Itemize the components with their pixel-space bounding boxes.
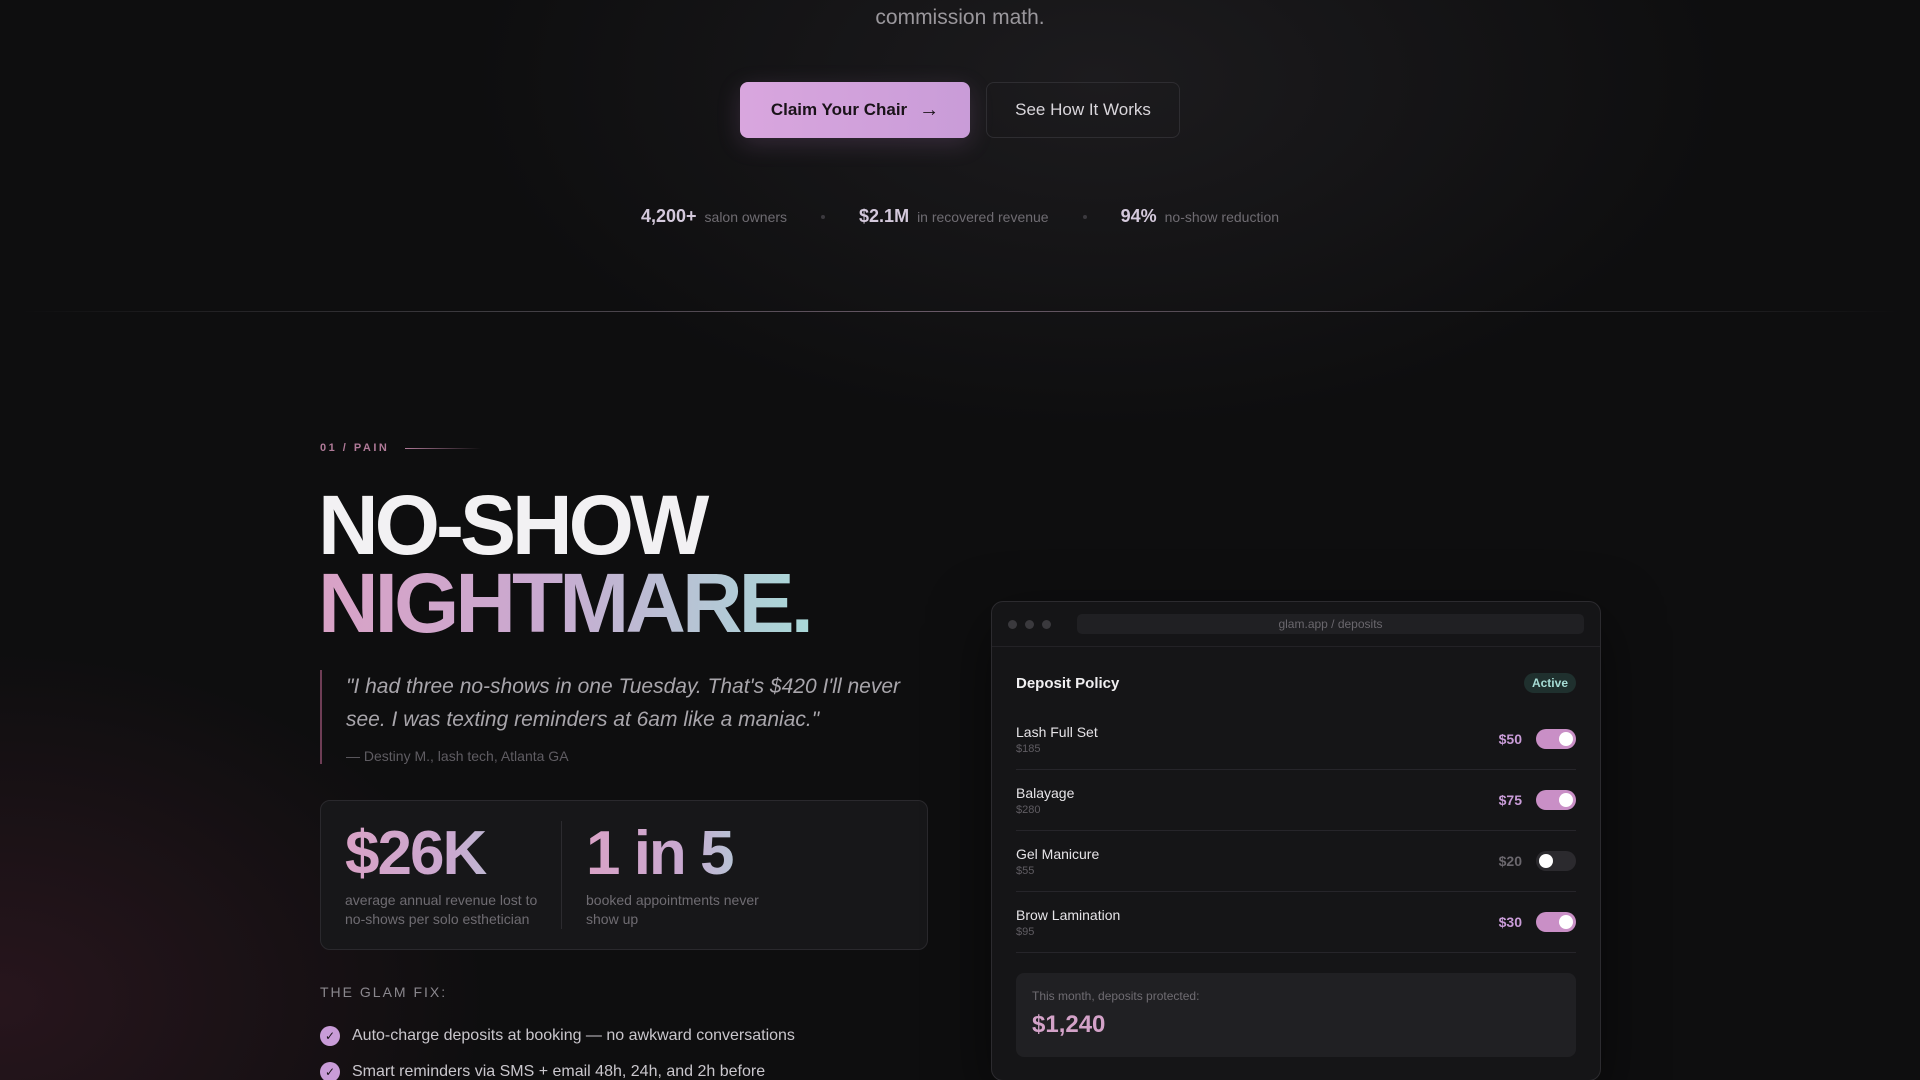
window-dot-icon xyxy=(1008,619,1017,629)
deposit-amount: $30 xyxy=(1498,914,1522,930)
list-item: ✓ Smart reminders via SMS + email 48h, 2… xyxy=(320,1054,795,1080)
deposits-summary: This month, deposits protected: $1,240 xyxy=(1016,973,1576,1057)
deposit-toggle[interactable] xyxy=(1536,790,1576,810)
deposit-amount: $75 xyxy=(1498,792,1522,808)
deposit-toggle[interactable] xyxy=(1536,851,1576,871)
pain-headline: NO-SHOW NIGHTMARE. xyxy=(318,478,814,650)
stat-description: average annual revenue lost to no-shows … xyxy=(345,892,538,927)
check-icon: ✓ xyxy=(320,1026,340,1046)
headline-line-1: NO-SHOW xyxy=(318,478,709,572)
stat-description: booked appointments never show up xyxy=(586,892,759,927)
eyebrow-line xyxy=(405,447,482,449)
summary-label: This month, deposits protected: xyxy=(1032,989,1200,1003)
window-titlebar: glam.app / deposits xyxy=(992,602,1600,647)
service-row: Balayage $280 $75 xyxy=(1016,770,1576,831)
stat-revenue-lost: $26K average annual revenue lost to no-s… xyxy=(345,821,561,929)
url-bar: glam.app / deposits xyxy=(1077,614,1584,634)
pain-stats-card: $26K average annual revenue lost to no-s… xyxy=(320,800,928,950)
claim-button-label: Claim Your Chair xyxy=(770,100,908,119)
status-badge: Active xyxy=(1523,673,1576,693)
summary-value: $1,240 xyxy=(1032,1011,1106,1038)
fix-item-text: Auto-charge deposits at booking — no awk… xyxy=(352,1027,795,1044)
policy-header: Deposit Policy Active xyxy=(1016,671,1576,695)
quote-attribution: — Destiny M., lash tech, Atlanta GA xyxy=(346,748,569,764)
glam-fix-list: ✓ Auto-charge deposits at booking — no a… xyxy=(320,1018,795,1080)
see-how-it-works-button[interactable]: See How It Works xyxy=(986,82,1180,138)
toggle-knob xyxy=(1559,793,1573,807)
service-row: Gel Manicure $55 $20 xyxy=(1016,831,1576,892)
service-name: Gel Manicure xyxy=(1016,845,1100,862)
stat-label: salon owners xyxy=(704,209,788,225)
deposit-amount: $20 xyxy=(1498,853,1522,869)
service-price: $185 xyxy=(1016,742,1041,755)
stat-big-value: 1 in 5 xyxy=(586,821,777,887)
list-item: ✓ Auto-charge deposits at booking — no a… xyxy=(320,1018,795,1054)
social-proof-stats: 4,200+ salon owners $2.1M in recovered r… xyxy=(0,206,1920,227)
policy-title: Deposit Policy xyxy=(1016,674,1120,692)
separator-dot xyxy=(821,214,826,219)
hero-subtitle: commission math. xyxy=(875,6,1045,29)
service-price: $95 xyxy=(1016,925,1035,938)
headline-line-2: NIGHTMARE. xyxy=(318,556,814,650)
stat-no-show-ratio: 1 in 5 booked appointments never show up xyxy=(561,821,777,929)
stat-big-value: $26K xyxy=(345,821,561,887)
claim-your-chair-button[interactable]: Claim Your Chair → xyxy=(740,82,970,138)
fix-item-text: Smart reminders via SMS + email 48h, 24h… xyxy=(352,1063,766,1080)
toggle-knob xyxy=(1559,915,1573,929)
eyebrow-label: 01 / PAIN xyxy=(320,442,390,454)
service-row: Brow Lamination $95 $30 xyxy=(1016,892,1576,953)
service-name: Balayage xyxy=(1016,784,1075,801)
stat-recovered-revenue: $2.1M in recovered revenue xyxy=(859,206,1049,227)
stat-label: in recovered revenue xyxy=(917,209,1049,225)
service-name: Lash Full Set xyxy=(1016,723,1098,740)
window-dot-icon xyxy=(1025,619,1034,629)
check-icon: ✓ xyxy=(320,1062,340,1080)
toggle-knob xyxy=(1559,732,1573,746)
stat-salon-owners: 4,200+ salon owners xyxy=(641,206,787,227)
separator-dot xyxy=(1082,214,1087,219)
stat-value: 94% xyxy=(1120,206,1157,226)
stat-value: 4,200+ xyxy=(640,206,697,226)
section-divider xyxy=(20,311,1900,312)
section-eyebrow: 01 / PAIN xyxy=(320,442,482,454)
app-body: Deposit Policy Active Lash Full Set $185… xyxy=(992,647,1600,1057)
service-row: Lash Full Set $185 $50 xyxy=(1016,709,1576,770)
quote-text: "I had three no-shows in one Tuesday. Th… xyxy=(346,675,901,731)
arrow-right-icon: → xyxy=(919,98,940,121)
service-price: $55 xyxy=(1016,864,1035,877)
service-name: Brow Lamination xyxy=(1016,906,1121,923)
stat-value: $2.1M xyxy=(859,206,910,226)
testimonial-quote: "I had three no-shows in one Tuesday. Th… xyxy=(320,670,930,764)
stat-no-show-reduction: 94% no-show reduction xyxy=(1121,206,1279,227)
deposit-toggle[interactable] xyxy=(1536,912,1576,932)
deposit-toggle[interactable] xyxy=(1536,729,1576,749)
glam-fix-title: THE GLAM FIX: xyxy=(320,984,448,1000)
cta-row: Claim Your Chair → See How It Works xyxy=(0,82,1920,138)
deposit-app-mockup: glam.app / deposits Deposit Policy Activ… xyxy=(991,601,1601,1080)
deposit-amount: $50 xyxy=(1498,731,1522,747)
toggle-knob xyxy=(1539,854,1553,868)
stat-label: no-show reduction xyxy=(1164,209,1280,225)
window-dot-icon xyxy=(1042,619,1051,629)
service-price: $280 xyxy=(1016,803,1041,816)
